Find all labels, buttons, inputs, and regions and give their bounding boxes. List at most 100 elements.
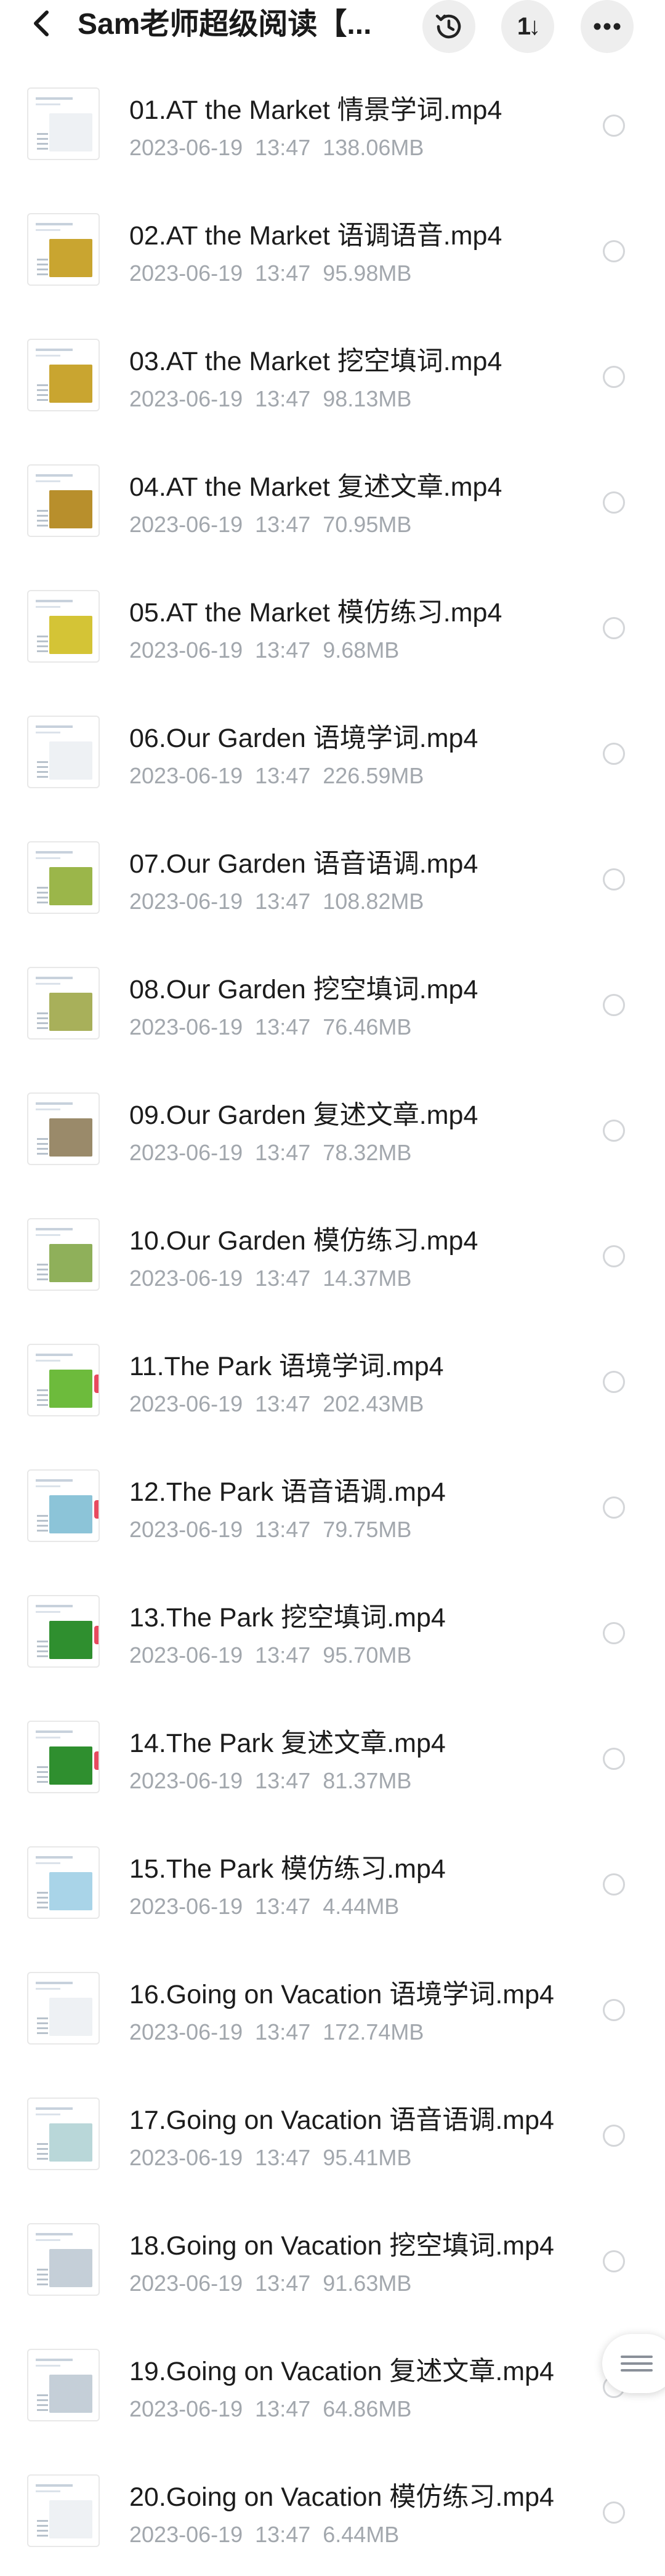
file-row[interactable]: 12.The Park 语音语调.mp4 2023-06-19 13:47 79.75… — [0, 1443, 665, 1569]
file-size: 226.59MB — [323, 763, 424, 788]
select-radio[interactable] — [603, 1748, 625, 1770]
file-name: 07.Our Garden 语音语调.mp4 — [129, 849, 478, 879]
file-name: 06.Our Garden 语境学词.mp4 — [129, 724, 478, 753]
file-row[interactable]: 07.Our Garden 语音语调.mp4 2023-06-19 13:47 108… — [0, 815, 665, 941]
page-title: Sam老师超级阅读【... — [78, 8, 372, 41]
file-row[interactable]: 13.The Park 挖空填词.mp4 2023-06-19 13:47 95.70… — [0, 1569, 665, 1695]
back-button[interactable] — [25, 6, 59, 41]
file-row[interactable]: 01.AT the Market 情景学词.mp4 2023-06-19 13:47… — [0, 62, 665, 187]
video-thumbnail — [27, 87, 100, 160]
sort-button[interactable]: 1↓ — [501, 0, 554, 53]
file-row[interactable]: 14.The Park 复述文章.mp4 2023-06-19 13:47 81.37… — [0, 1695, 665, 1820]
select-radio[interactable] — [603, 2501, 625, 2524]
file-meta: 2023-06-19 13:47 138.06MB — [129, 134, 424, 161]
file-time: 13:47 — [255, 1014, 311, 1040]
file-row[interactable]: 05.AT the Market 模仿练习.mp4 2023-06-19 13:47… — [0, 564, 665, 690]
file-row[interactable]: 20.Going on Vacation 模仿练习.mp4 2023-06-19 1… — [0, 2449, 665, 2574]
video-thumbnail — [27, 1218, 100, 1291]
back-arrow-icon — [34, 10, 49, 36]
file-name: 04.AT the Market 复述文章.mp4 — [129, 472, 502, 502]
file-meta: 2023-06-19 13:47 6.44MB — [129, 2521, 399, 2548]
video-thumbnail — [27, 339, 100, 411]
video-thumbnail — [27, 213, 100, 286]
select-radio[interactable] — [603, 2125, 625, 2147]
file-name: 01.AT the Market 情景学词.mp4 — [129, 95, 502, 125]
file-size: 108.82MB — [323, 889, 424, 914]
file-date: 2023-06-19 — [129, 512, 243, 537]
file-meta: 2023-06-19 13:47 108.82MB — [129, 888, 424, 915]
file-name: 18.Going on Vacation 挖空填词.mp4 — [129, 2231, 554, 2261]
file-name: 11.The Park 语境学词.mp4 — [129, 1352, 444, 1381]
select-radio[interactable] — [603, 617, 625, 639]
file-size: 79.75MB — [323, 1517, 412, 1542]
file-size: 202.43MB — [323, 1391, 424, 1416]
file-meta: 2023-06-19 13:47 91.63MB — [129, 2270, 411, 2297]
file-time: 13:47 — [255, 2522, 311, 2547]
select-radio[interactable] — [603, 491, 625, 514]
select-radio[interactable] — [603, 1999, 625, 2021]
select-radio[interactable] — [603, 1120, 625, 1142]
video-thumbnail — [27, 2349, 100, 2421]
video-thumbnail — [27, 464, 100, 537]
file-date: 2023-06-19 — [129, 637, 243, 663]
file-time: 13:47 — [255, 1642, 311, 1668]
file-time: 13:47 — [255, 512, 311, 537]
video-thumbnail — [27, 1972, 100, 2045]
floating-menu-button[interactable] — [602, 2334, 665, 2393]
select-radio[interactable] — [603, 1496, 625, 1519]
file-row[interactable]: 16.Going on Vacation 语境学词.mp4 2023-06-19 1… — [0, 1946, 665, 2072]
file-date: 2023-06-19 — [129, 2396, 243, 2421]
file-date: 2023-06-19 — [129, 1140, 243, 1165]
file-row[interactable]: 04.AT the Market 复述文章.mp4 2023-06-19 13:47… — [0, 438, 665, 564]
file-meta: 2023-06-19 13:47 95.70MB — [129, 1642, 411, 1669]
file-size: 95.98MB — [323, 260, 412, 286]
file-meta: 2023-06-19 13:47 98.13MB — [129, 386, 411, 413]
file-time: 13:47 — [255, 2271, 311, 2296]
file-meta: 2023-06-19 13:47 172.74MB — [129, 2019, 424, 2046]
file-row[interactable]: 17.Going on Vacation 语音语调.mp4 2023-06-19 1… — [0, 2072, 665, 2197]
file-row[interactable]: 06.Our Garden 语境学词.mp4 2023-06-19 13:47 226… — [0, 690, 665, 815]
select-radio[interactable] — [603, 1873, 625, 1896]
file-name: 16.Going on Vacation 语境学词.mp4 — [129, 1980, 554, 2009]
video-thumbnail — [27, 967, 100, 1040]
select-radio[interactable] — [603, 1622, 625, 1644]
file-row[interactable]: 03.AT the Market 挖空填词.mp4 2023-06-19 13:47… — [0, 313, 665, 438]
select-radio[interactable] — [603, 1371, 625, 1393]
file-name: 03.AT the Market 挖空填词.mp4 — [129, 347, 502, 376]
file-row[interactable]: 02.AT the Market 语调语音.mp4 2023-06-19 13:47… — [0, 187, 665, 313]
select-radio[interactable] — [603, 743, 625, 765]
file-row[interactable]: 15.The Park 模仿练习.mp4 2023-06-19 13:47 4.44M… — [0, 1820, 665, 1946]
file-date: 2023-06-19 — [129, 1517, 243, 1542]
file-row[interactable]: 11.The Park 语境学词.mp4 2023-06-19 13:47 202.4… — [0, 1318, 665, 1443]
file-meta: 2023-06-19 13:47 226.59MB — [129, 762, 424, 789]
file-size: 4.44MB — [323, 1894, 400, 1919]
select-radio[interactable] — [603, 115, 625, 137]
file-date: 2023-06-19 — [129, 135, 243, 160]
history-button[interactable] — [422, 0, 475, 53]
select-radio[interactable] — [603, 994, 625, 1016]
file-row[interactable]: 08.Our Garden 挖空填词.mp4 2023-06-19 13:47 76.… — [0, 941, 665, 1067]
select-radio[interactable] — [603, 868, 625, 890]
file-meta: 2023-06-19 13:47 9.68MB — [129, 637, 399, 664]
file-row[interactable]: 10.Our Garden 模仿练习.mp4 2023-06-19 13:47 14.… — [0, 1192, 665, 1318]
video-thumbnail — [27, 1721, 100, 1793]
select-radio[interactable] — [603, 366, 625, 388]
more-button[interactable] — [581, 0, 634, 53]
file-size: 98.13MB — [323, 386, 412, 411]
select-radio[interactable] — [603, 2250, 625, 2272]
file-row[interactable]: 19.Going on Vacation 复述文章.mp4 2023-06-19 1… — [0, 2323, 665, 2449]
file-row[interactable]: 18.Going on Vacation 挖空填词.mp4 2023-06-19 1… — [0, 2197, 665, 2323]
file-meta: 2023-06-19 13:47 202.43MB — [129, 1391, 424, 1418]
more-icon — [594, 23, 621, 30]
select-radio[interactable] — [603, 1245, 625, 1267]
file-meta: 2023-06-19 13:47 4.44MB — [129, 1893, 399, 1920]
video-thumbnail — [27, 1846, 100, 1919]
file-size: 64.86MB — [323, 2396, 412, 2421]
file-size: 81.37MB — [323, 1768, 412, 1793]
file-size: 95.41MB — [323, 2145, 412, 2170]
file-size: 138.06MB — [323, 135, 424, 160]
file-row[interactable]: 09.Our Garden 复述文章.mp4 2023-06-19 13:47 78.… — [0, 1067, 665, 1192]
file-size: 172.74MB — [323, 2019, 424, 2045]
select-radio[interactable] — [603, 240, 625, 262]
video-thumbnail — [27, 1344, 100, 1416]
